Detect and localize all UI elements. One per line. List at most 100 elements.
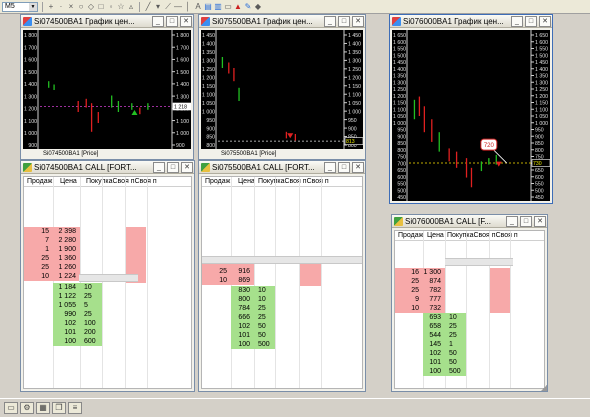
column-header-sell[interactable]: Продаж bbox=[398, 232, 423, 240]
spread-divider[interactable] bbox=[79, 274, 138, 282]
price-axis-label: 950 bbox=[397, 128, 406, 134]
spread-divider[interactable] bbox=[202, 256, 362, 264]
chart-window-3[interactable]: Si076000BA1 График цен... _ □ ✕ 1 650 1 6… bbox=[389, 14, 553, 204]
cross-icon[interactable]: × bbox=[66, 2, 76, 12]
line-icon[interactable]: ╱ bbox=[143, 2, 153, 12]
price-axis-label: 1 450 bbox=[393, 60, 406, 66]
restore-button[interactable]: □ bbox=[166, 16, 178, 27]
square-icon[interactable]: □ bbox=[96, 2, 106, 12]
bid-quantity: 10 bbox=[449, 314, 457, 321]
window-titlebar[interactable]: Si074500BA1 График цен... _ □ ✕ bbox=[21, 15, 193, 28]
price-axis-label: 1 800 bbox=[176, 33, 189, 39]
close-button[interactable]: ✕ bbox=[181, 162, 193, 173]
diamond-icon[interactable]: ◇ bbox=[86, 2, 96, 12]
plus-icon[interactable]: + bbox=[46, 2, 56, 12]
restore-button[interactable]: □ bbox=[525, 16, 537, 27]
close-button[interactable]: ✕ bbox=[539, 16, 551, 27]
window-titlebar[interactable]: Si075500BA1 График цен... _ □ ✕ bbox=[199, 15, 365, 28]
close-button[interactable]: ✕ bbox=[352, 16, 364, 27]
chart-window-1[interactable]: Si074500BA1 График цен... _ □ ✕ 1 800 1 8… bbox=[20, 14, 194, 160]
main-toolbar: M5 ▼ + · × ○ ◇ □ ◦ ☆ ▵ ╱ ▾ ⟋ — │ A ▤ ▥ ▭ … bbox=[0, 0, 590, 14]
column-header-sell[interactable]: Продаж bbox=[27, 178, 52, 186]
order-book-table[interactable]: Продаж Цена ПокупкаСвоя пСвоя п 16 1 300 2… bbox=[394, 230, 545, 389]
close-button[interactable]: ✕ bbox=[180, 16, 192, 27]
chart-window-2[interactable]: Si075500BA1 График цен... _ □ ✕ 1 450 1 4… bbox=[198, 14, 366, 160]
column-header-buy-own[interactable]: ПокупкаСвоя пСвоя п bbox=[447, 232, 518, 240]
spread-divider[interactable] bbox=[445, 258, 513, 266]
order-book-table[interactable]: Продаж Цена ПокупкаСвоя пСвоя п 251 0142… bbox=[201, 176, 363, 389]
taskbar-cascade-icon[interactable]: ❐ bbox=[52, 402, 66, 414]
arrow-up-icon[interactable]: ▲ bbox=[233, 2, 243, 12]
bid-quantity: 25 bbox=[449, 323, 457, 330]
bid-price: 145 bbox=[429, 341, 441, 348]
triangle-icon[interactable]: ▵ bbox=[126, 2, 136, 12]
minimize-button[interactable]: _ bbox=[506, 216, 518, 227]
restore-button[interactable]: □ bbox=[338, 162, 350, 173]
window-titlebar[interactable]: Si074500BA1 CALL [FORT... _ □ ✕ bbox=[21, 161, 194, 174]
shape-icon[interactable]: ◆ bbox=[253, 2, 263, 12]
circle-icon[interactable]: ○ bbox=[76, 2, 86, 12]
rect-icon[interactable]: ▭ bbox=[223, 2, 233, 12]
restore-button[interactable]: □ bbox=[338, 16, 350, 27]
chart-window-icon bbox=[23, 17, 32, 26]
dot-icon[interactable]: ◦ bbox=[106, 2, 116, 12]
fibo-icon[interactable]: ▤ bbox=[203, 2, 213, 12]
order-book-window-3[interactable]: Si076000BA1 CALL [F... _ □ ✕ Продаж Цена… bbox=[391, 214, 548, 392]
pen-icon[interactable]: ✎ bbox=[243, 2, 253, 12]
column-header-price[interactable]: Цена bbox=[238, 178, 255, 186]
column-header-price[interactable]: Цена bbox=[60, 178, 77, 186]
taskbar-list-icon[interactable]: ≡ bbox=[68, 402, 82, 414]
column-header-price[interactable]: Цена bbox=[427, 232, 444, 240]
order-book-window-1[interactable]: Si074500BA1 CALL [FORT... _ □ ✕ Продаж Ц… bbox=[20, 160, 195, 392]
bid-price: 800 bbox=[238, 296, 250, 303]
price-chart[interactable]: 1 650 1 650 1 600 1 600 1 550 1 550 1 500 1 500… bbox=[392, 30, 550, 201]
star-icon[interactable]: ☆ bbox=[116, 2, 126, 12]
price-axis-label: 1 450 bbox=[348, 33, 361, 39]
callout-pointer bbox=[492, 148, 508, 164]
current-price-label: 1 218 bbox=[174, 105, 187, 111]
ask-quantity: 10 bbox=[219, 277, 227, 284]
vertical-line-icon[interactable]: │ bbox=[183, 2, 193, 12]
window-titlebar[interactable]: Si076000BA1 CALL [F... _ □ ✕ bbox=[392, 215, 547, 228]
minimize-button[interactable]: _ bbox=[511, 16, 523, 27]
column-header-buy-own[interactable]: ПокупкаСвоя пСвоя п bbox=[258, 178, 329, 186]
price-axis-label: 1 650 bbox=[393, 33, 406, 39]
horizontal-line-icon[interactable]: — bbox=[173, 2, 183, 12]
close-button[interactable]: ✕ bbox=[534, 216, 546, 227]
ask-price: 869 bbox=[238, 277, 250, 284]
toolbar-separator bbox=[139, 2, 140, 12]
chevron-down-icon[interactable]: ▾ bbox=[153, 2, 163, 12]
price-axis-label: 1 300 bbox=[202, 59, 215, 65]
taskbar-window-icon[interactable]: ▭ bbox=[4, 402, 18, 414]
order-book-table[interactable]: Продаж Цена ПокупкаСвоя пСвоя п 15 2 398 7… bbox=[23, 176, 192, 389]
restore-button[interactable]: □ bbox=[167, 162, 179, 173]
minimize-button[interactable]: _ bbox=[152, 16, 164, 27]
column-divider bbox=[275, 177, 276, 388]
taskbar-settings-icon[interactable]: ⚙ bbox=[20, 402, 34, 414]
minimize-button[interactable]: _ bbox=[153, 162, 165, 173]
price-axis-label: 1 500 bbox=[24, 70, 37, 76]
dash-icon[interactable]: · bbox=[56, 2, 66, 12]
close-button[interactable]: ✕ bbox=[352, 162, 364, 173]
window-titlebar[interactable]: Si076000BA1 График цен... _ □ ✕ bbox=[390, 15, 552, 28]
ray-icon[interactable]: ⟋ bbox=[163, 2, 173, 12]
ask-quantity: 25 bbox=[411, 287, 419, 294]
ask-quantity: 16 bbox=[411, 269, 419, 276]
price-axis-label: 1 450 bbox=[202, 33, 215, 39]
minimize-button[interactable]: _ bbox=[324, 162, 336, 173]
price-chart[interactable]: 1 800 1 800 1 700 1 700 1 600 1 600 1 500 1 500… bbox=[23, 30, 191, 149]
order-book-window-2[interactable]: Si075500BA1 CALL [FORT... _ □ ✕ Продаж Ц… bbox=[198, 160, 366, 392]
window-titlebar[interactable]: Si075500BA1 CALL [FORT... _ □ ✕ bbox=[199, 161, 365, 174]
column-header-sell[interactable]: Продаж bbox=[205, 178, 230, 186]
restore-button[interactable]: □ bbox=[520, 216, 532, 227]
price-axis-label: 900 bbox=[176, 143, 185, 149]
taskbar-tile-icon[interactable]: ▦ bbox=[36, 402, 50, 414]
resize-grip[interactable] bbox=[541, 385, 547, 391]
channel-icon[interactable]: ▥ bbox=[213, 2, 223, 12]
text-icon[interactable]: A bbox=[193, 2, 203, 12]
minimize-button[interactable]: _ bbox=[324, 16, 336, 27]
timeframe-select[interactable]: M5 ▼ bbox=[2, 2, 38, 12]
chevron-down-icon[interactable]: ▼ bbox=[29, 3, 37, 11]
price-chart[interactable]: 1 450 1 450 1 400 1 400 1 350 1 350 1 300 1 300… bbox=[201, 30, 363, 149]
price-axis-label: 1 300 bbox=[24, 94, 37, 100]
